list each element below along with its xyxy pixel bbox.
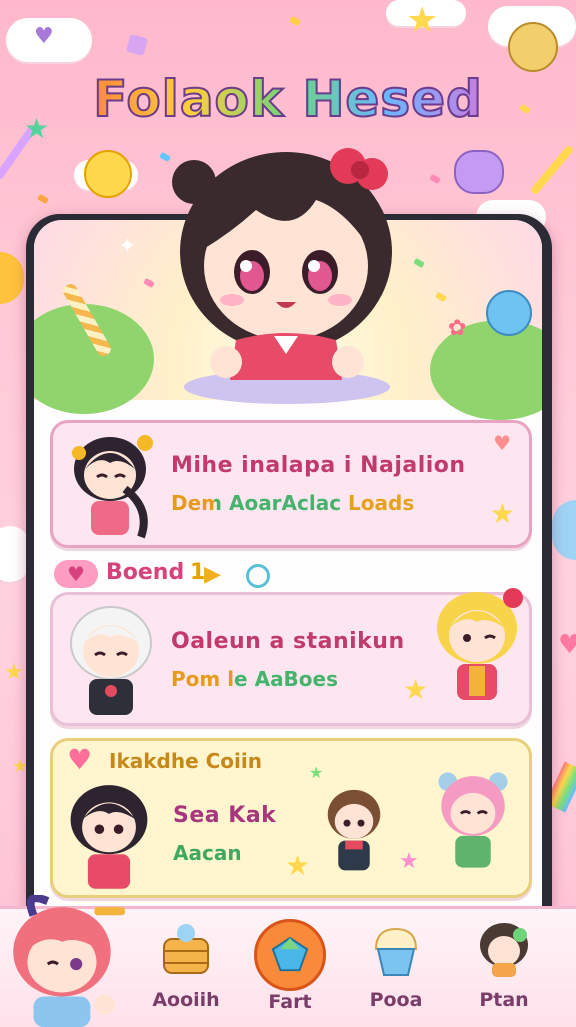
yellow-star-icon: ★ — [406, 0, 439, 41]
star-icon: ★ — [285, 849, 311, 882]
hill-decor — [430, 320, 542, 420]
star-icon: ★ — [403, 673, 429, 706]
character-portrait — [72, 435, 153, 539]
card-title: Mihe inalapa i Najalion — [171, 453, 466, 478]
clock-icon[interactable] — [246, 564, 270, 588]
tab-ptan[interactable]: Ptan — [456, 919, 552, 1011]
game-title: Folaok Hesed — [92, 69, 483, 129]
balloon-icon — [0, 252, 24, 304]
star-icon: ★ — [309, 763, 324, 782]
section-label: Boend — [106, 560, 185, 585]
heart-icon: ♥ — [67, 743, 93, 776]
tab-label: Ptan — [479, 989, 529, 1011]
tab-fart[interactable]: Fart — [242, 919, 338, 1013]
card-subtitle: Aacan — [173, 841, 242, 865]
card-subtitle: Dem AoarAclac Loads — [171, 491, 415, 515]
smiley-sun-icon — [84, 150, 132, 198]
character-portrait — [438, 772, 508, 868]
confetti-decor — [413, 257, 425, 269]
card-title: Sea Kak — [173, 803, 277, 828]
player-avatar[interactable] — [2, 895, 126, 1027]
star-icon: ★ — [489, 497, 515, 530]
quest-card[interactable]: Mihe inalapa i Najalion Dem AoarAclac Lo… — [50, 420, 532, 548]
character-icon — [480, 923, 528, 977]
game-logo: Folaok Hesed — [0, 69, 576, 129]
tab-aooiih[interactable]: Aooiih — [138, 919, 234, 1011]
character-portrait — [327, 789, 381, 871]
tab-active-ring — [254, 919, 326, 991]
purple-blob-icon — [454, 150, 504, 194]
tab-pooa[interactable]: Pooa — [348, 919, 444, 1011]
tab-label: Aooiih — [152, 989, 220, 1011]
section-label: Ikakdhe Coiin — [109, 749, 262, 773]
balloon-icon — [552, 500, 576, 560]
quest-card[interactable]: Oaleun a stanikun Pom le AaBoes ★ — [50, 588, 532, 726]
hero-character-avatar — [172, 148, 392, 380]
basket-icon — [163, 924, 209, 974]
star-icon: ★ — [399, 849, 419, 874]
cupcake-icon — [374, 927, 418, 976]
play-icon[interactable]: ▶ — [204, 562, 221, 587]
card-title: Oaleun a stanikun — [171, 629, 405, 654]
confetti-decor — [435, 291, 447, 303]
wand-icon — [529, 144, 575, 196]
tab-label: Fart — [268, 991, 312, 1013]
heart-icon: ♥ — [493, 431, 511, 455]
sparkle-icon: ✦ — [118, 234, 137, 259]
smiley-moon-icon — [508, 22, 558, 72]
heart-badge-icon: ♥ — [54, 560, 98, 588]
heart-icon: ♥ — [558, 630, 576, 660]
confetti-decor — [143, 277, 155, 289]
character-portrait — [70, 785, 148, 889]
section-header-boend: ♥ Boend 1 ▶ — [54, 558, 294, 590]
character-portrait — [437, 588, 523, 700]
gem-icon — [271, 936, 309, 972]
confetti-decor — [429, 173, 441, 185]
flower-icon: ✿ — [448, 316, 467, 341]
heart-icon: ♥ — [34, 24, 54, 49]
confetti-decor — [289, 15, 301, 27]
star-icon: ★ — [4, 660, 24, 685]
tab-label: Pooa — [369, 989, 423, 1011]
bottom-tab-bar: Aooiih Fart Pooa Ptan — [0, 895, 576, 1027]
confetti-decor — [37, 193, 49, 205]
quest-card[interactable]: ♥ Ikakdhe Coiin Sea Kak Aacan ★ ★ ★ — [50, 738, 532, 898]
card-subtitle: Pom le AaBoes — [171, 667, 339, 691]
character-portrait — [70, 606, 152, 715]
balloon-icon — [486, 290, 532, 336]
candy-cube-icon — [125, 33, 149, 57]
